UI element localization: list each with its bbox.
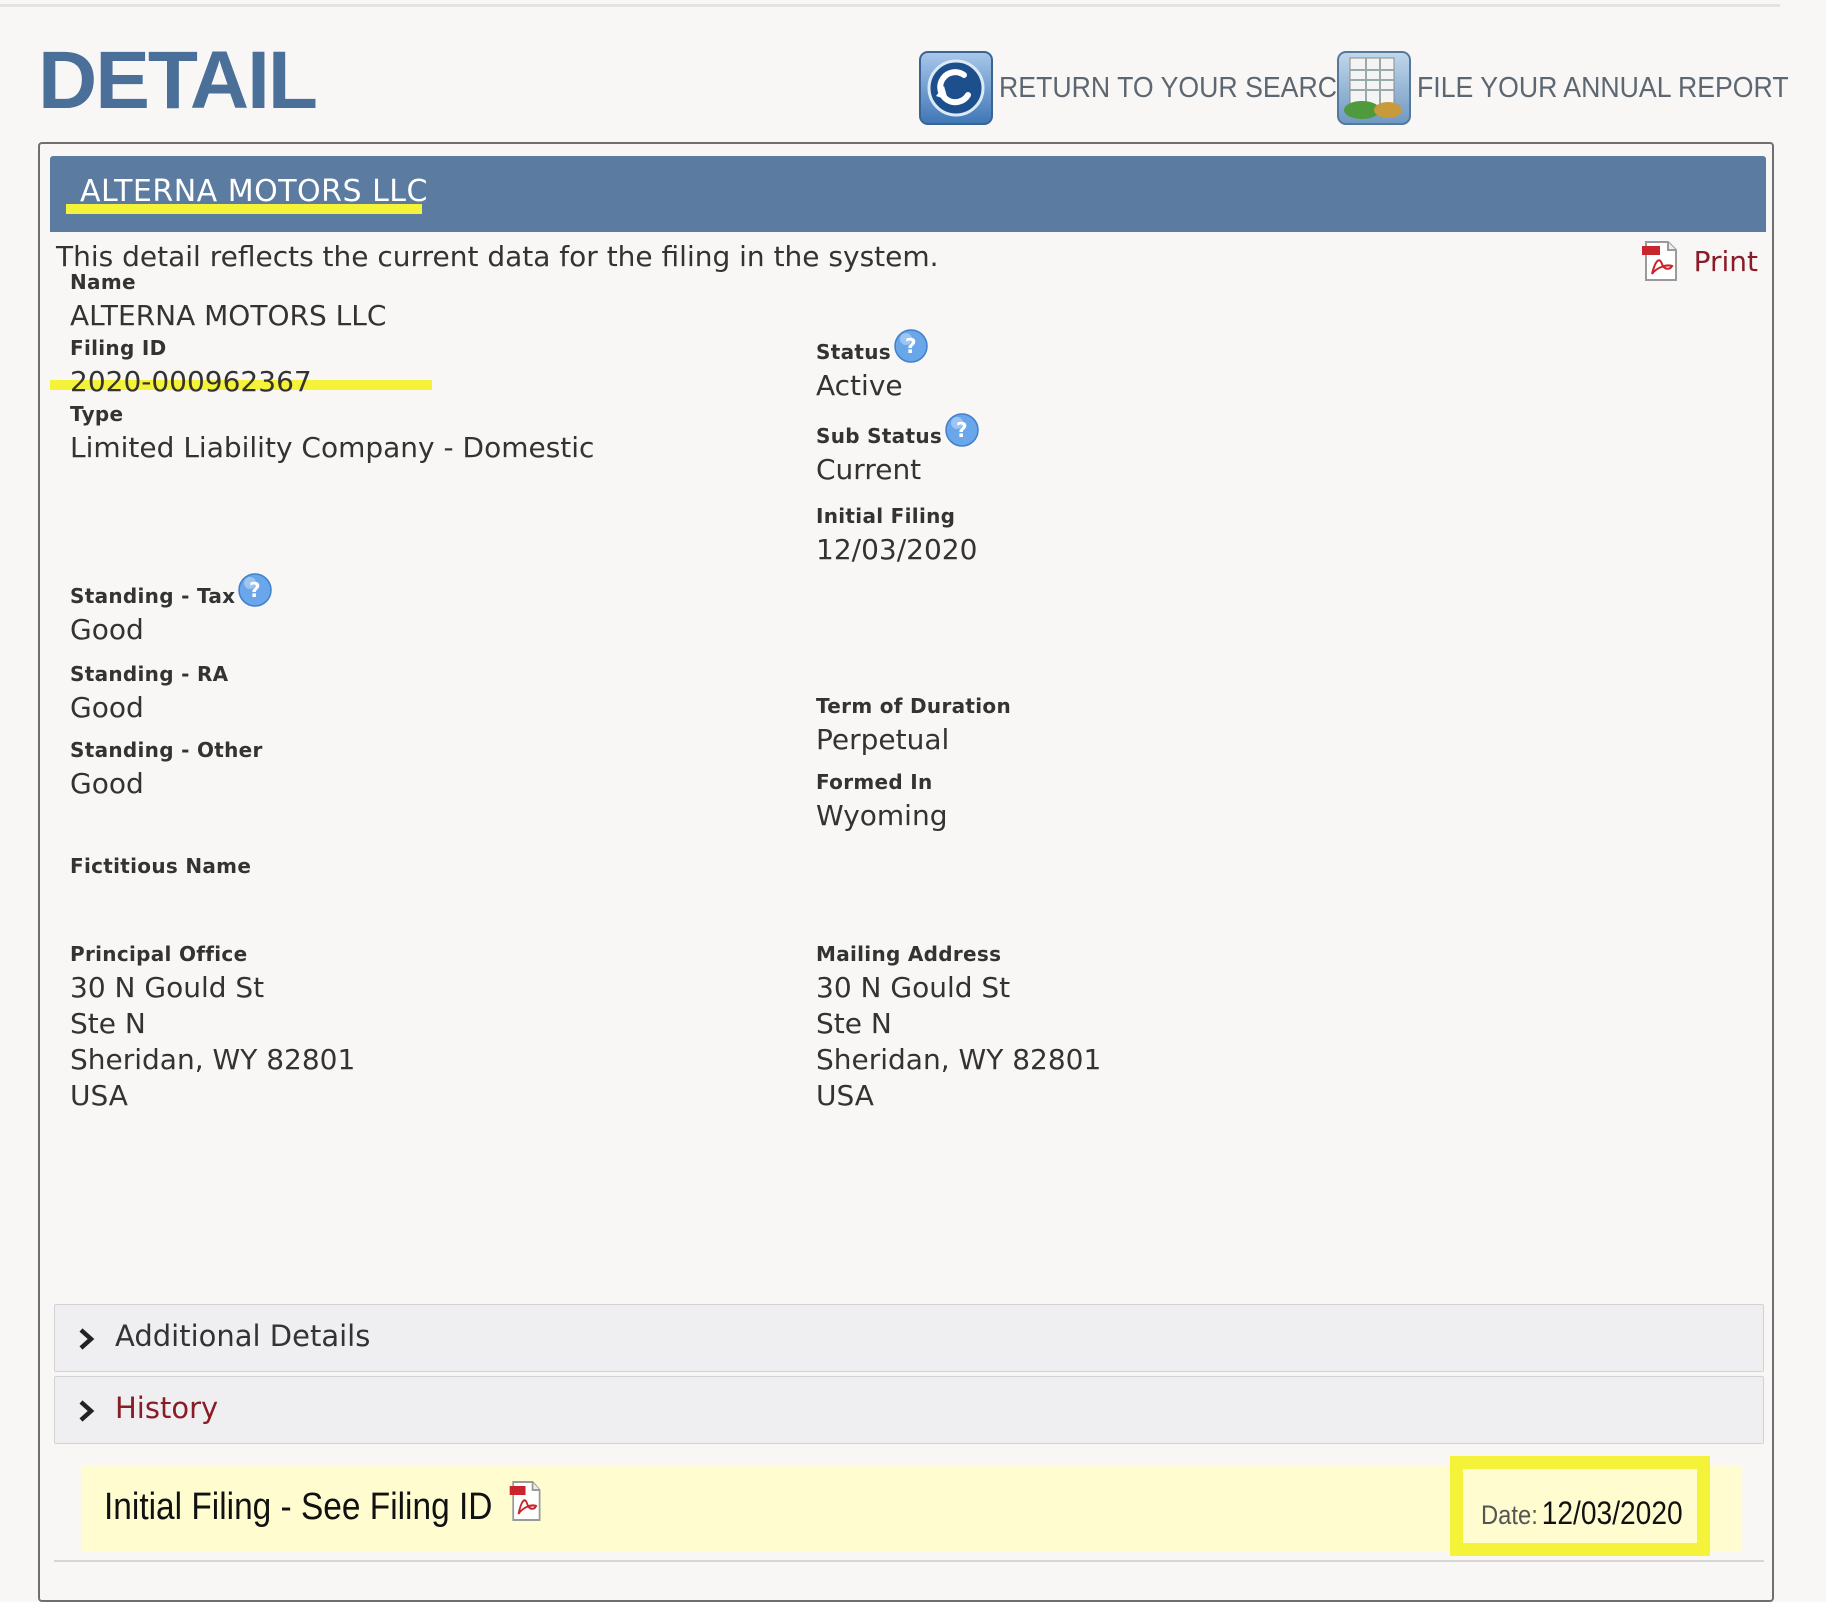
file-annual-report-label: FILE YOUR ANNUAL REPORT <box>1417 71 1789 104</box>
field-label: Sub Status <box>816 424 943 448</box>
field-value: Active <box>816 369 903 402</box>
field-label: Principal Office <box>70 942 248 966</box>
pdf-document-icon <box>1641 241 1677 281</box>
return-to-search-label: RETURN TO YOUR SEARCH <box>999 71 1357 104</box>
detail-intro-text: This detail reflects the current data fo… <box>56 240 939 273</box>
annual-report-icon <box>1337 51 1411 125</box>
field-label: Filing ID <box>70 336 167 360</box>
field-standing-tax: Standing - Tax ? Good <box>70 573 273 648</box>
field-filing-id: Filing ID 2020-000962367 <box>70 336 312 400</box>
history-toggle[interactable]: History <box>54 1376 1764 1444</box>
help-question-icon[interactable]: ? <box>237 572 273 608</box>
field-mailing-address: Mailing Address 30 N Gould St Ste N Sher… <box>816 942 1101 1114</box>
field-value: ALTERNA MOTORS LLC <box>70 299 387 332</box>
history-date-label: Date: <box>1481 1500 1538 1530</box>
field-label: Mailing Address <box>816 942 1002 966</box>
page-title: DETAIL <box>38 35 318 126</box>
field-value: Good <box>70 691 144 724</box>
field-value: 2020-000962367 <box>70 365 312 398</box>
address-line: Sheridan, WY 82801 <box>70 1043 356 1076</box>
field-label-row: Standing - Tax ? <box>70 573 273 608</box>
svg-text:?: ? <box>956 418 968 442</box>
field-initial-filing: Initial Filing 12/03/2020 <box>816 504 977 568</box>
field-name: Name ALTERNA MOTORS LLC <box>70 270 386 334</box>
print-link[interactable]: Print <box>1640 240 1758 282</box>
chevron-right-icon <box>79 1400 95 1422</box>
field-value: Limited Liability Company - Domestic <box>70 431 595 464</box>
field-label: Term of Duration <box>816 694 1012 718</box>
svg-text:?: ? <box>249 578 261 602</box>
field-sub-status: Sub Status ? Current <box>816 413 980 488</box>
field-label: Standing - Other <box>70 738 263 762</box>
field-fictitious-name: Fictitious Name <box>70 854 251 882</box>
field-value: Good <box>70 613 144 646</box>
field-label: Status <box>816 340 891 364</box>
top-divider <box>0 4 1780 7</box>
field-value: Perpetual <box>816 723 950 756</box>
address-line: Ste N <box>70 1007 146 1040</box>
field-status: Status ? Active <box>816 329 929 404</box>
history-label: History <box>115 1391 219 1425</box>
address-line: USA <box>70 1079 128 1112</box>
field-formed-in: Formed In Wyoming <box>816 770 947 834</box>
history-date-highlight: Date: 12/03/2020 <box>1450 1456 1710 1556</box>
next-section-edge <box>54 1560 1764 1582</box>
additional-details-toggle[interactable]: Additional Details <box>54 1304 1764 1372</box>
field-value: Current <box>816 453 922 486</box>
field-label: Standing - Tax <box>70 584 236 608</box>
field-label: Standing - RA <box>70 662 229 686</box>
history-entry-link[interactable]: Initial Filing - See Filing ID <box>104 1480 543 1529</box>
address-line: Sheridan, WY 82801 <box>816 1043 1102 1076</box>
additional-details-label: Additional Details <box>115 1319 371 1353</box>
return-arrow-icon <box>919 51 993 125</box>
field-type: Type Limited Liability Company - Domesti… <box>70 402 594 466</box>
field-label: Type <box>70 402 124 426</box>
history-date-value: 12/03/2020 <box>1541 1495 1683 1531</box>
address-line: 30 N Gould St <box>70 971 265 1004</box>
entity-header-bar: ALTERNA MOTORS LLC <box>50 156 1766 232</box>
field-label: Name <box>70 270 136 294</box>
field-principal-office: Principal Office 30 N Gould St Ste N She… <box>70 942 355 1114</box>
field-value: Wyoming <box>816 799 948 832</box>
field-label-row: Sub Status ? <box>816 413 980 448</box>
help-question-icon[interactable]: ? <box>944 412 980 448</box>
field-standing-ra: Standing - RA Good <box>70 662 228 726</box>
field-label: Initial Filing <box>816 504 956 528</box>
field-value: Good <box>70 767 144 800</box>
field-label: Fictitious Name <box>70 854 252 878</box>
print-label: Print <box>1693 244 1758 278</box>
file-annual-report-link[interactable]: FILE YOUR ANNUAL REPORT <box>1336 50 1821 126</box>
chevron-right-icon <box>79 1328 95 1350</box>
history-date: Date: 12/03/2020 <box>1481 1495 1683 1532</box>
header-name-highlight <box>66 204 422 214</box>
address-line: 30 N Gould St <box>816 971 1011 1004</box>
field-label-row: Status ? <box>816 329 929 364</box>
svg-text:?: ? <box>905 334 917 358</box>
field-value: 12/03/2020 <box>816 533 978 566</box>
address-line: Ste N <box>816 1007 892 1040</box>
field-label: Formed In <box>816 770 933 794</box>
return-to-search-link[interactable]: RETURN TO YOUR SEARCH <box>918 50 1387 126</box>
address-line: USA <box>816 1079 874 1112</box>
filing-detail-panel: ALTERNA MOTORS LLC This detail reflects … <box>38 142 1774 1602</box>
pdf-document-icon[interactable] <box>508 1480 543 1522</box>
field-term-of-duration: Term of Duration Perpetual <box>816 694 1011 758</box>
field-standing-other: Standing - Other Good <box>70 738 263 802</box>
history-entry-description: Initial Filing - See Filing ID <box>104 1486 493 1528</box>
help-question-icon[interactable]: ? <box>893 328 929 364</box>
